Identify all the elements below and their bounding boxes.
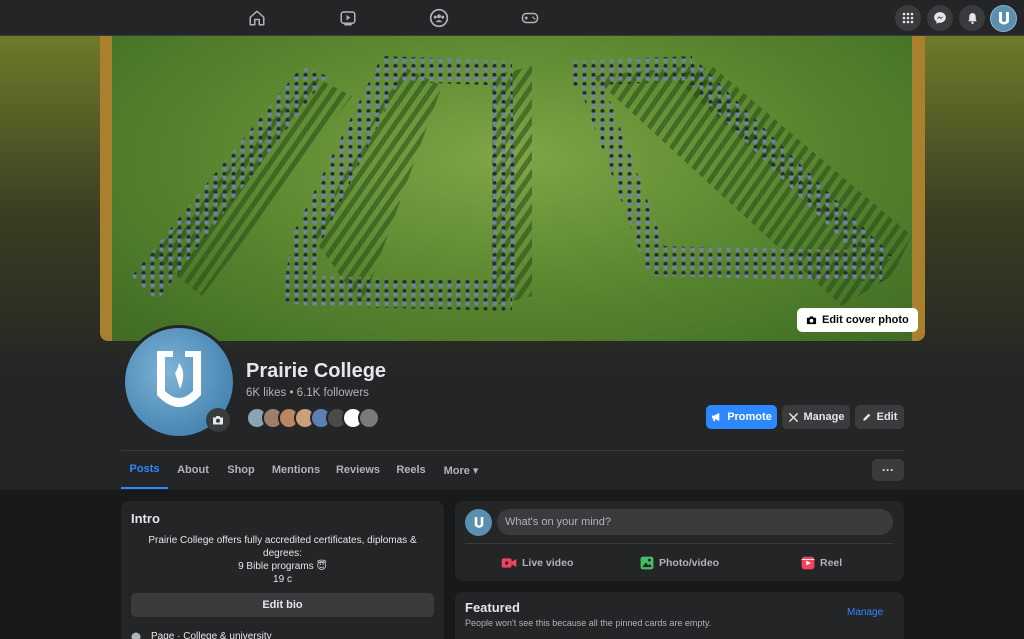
edit-bio-button[interactable]: Edit bio xyxy=(131,593,434,617)
live-video-label: Live video xyxy=(522,557,574,569)
page-stats[interactable]: 6K likes • 6.1K followers xyxy=(246,387,369,399)
intro-bio-line: 9 Bible programs 😇 xyxy=(238,561,327,572)
follower-avatar[interactable] xyxy=(358,407,380,429)
account-avatar[interactable] xyxy=(990,5,1017,32)
page-category: Page · College & university xyxy=(131,631,272,639)
intro-bio-line: 19 c xyxy=(273,574,292,585)
gaming-icon[interactable] xyxy=(517,6,543,30)
photo-video-icon xyxy=(640,556,654,570)
featured-subtitle: People won't see this because all the pi… xyxy=(465,618,712,628)
cover-photo[interactable] xyxy=(100,36,925,341)
tab-shop[interactable]: Shop xyxy=(221,451,261,489)
tab-reels[interactable]: Reels xyxy=(393,451,429,489)
info-icon xyxy=(131,632,141,639)
photo-video-label: Photo/video xyxy=(659,557,720,569)
page-category-label: Page · College & university xyxy=(151,631,272,639)
cover-image xyxy=(112,36,912,341)
groups-icon[interactable] xyxy=(426,6,452,30)
tab-reviews[interactable]: Reviews xyxy=(333,451,383,489)
tools-icon xyxy=(788,412,798,422)
home-icon[interactable] xyxy=(244,6,270,30)
reel-button[interactable]: Reel xyxy=(801,551,842,575)
megaphone-icon xyxy=(712,412,720,422)
intro-card: Intro Prairie College offers fully accre… xyxy=(121,501,444,639)
tab-posts[interactable]: Posts xyxy=(121,451,168,489)
edit-cover-photo-label: Edit cover photo xyxy=(822,314,909,326)
reel-icon xyxy=(801,556,815,570)
tab-mentions[interactable]: Mentions xyxy=(269,451,323,489)
update-profile-picture-button[interactable] xyxy=(206,408,230,432)
more-options-button[interactable]: ··· xyxy=(872,459,904,481)
live-video-icon xyxy=(501,558,517,568)
page-title: Prairie College xyxy=(246,360,387,382)
camera-icon xyxy=(806,316,817,325)
featured-card: Featured People won't see this because a… xyxy=(455,592,904,639)
messenger-icon[interactable] xyxy=(927,5,953,31)
manage-label: Manage xyxy=(803,411,845,423)
featured-manage-link[interactable]: Manage xyxy=(847,607,883,618)
edit-cover-photo-button[interactable]: Edit cover photo xyxy=(797,308,918,332)
photo-video-button[interactable]: Photo/video xyxy=(640,551,719,575)
people-formation-image xyxy=(132,56,912,311)
composer-avatar[interactable] xyxy=(465,509,492,536)
intro-title: Intro xyxy=(131,511,160,526)
pencil-icon xyxy=(862,413,870,421)
manage-button[interactable]: Manage xyxy=(782,405,850,429)
composer-divider xyxy=(465,543,893,544)
live-video-button[interactable]: Live video xyxy=(501,551,573,575)
reel-label: Reel xyxy=(820,557,843,569)
tab-more[interactable]: More ▾ xyxy=(439,451,483,489)
promote-button[interactable]: Promote xyxy=(706,405,777,429)
intro-bio-line: degrees: xyxy=(263,548,302,559)
promote-label: Promote xyxy=(727,411,772,423)
whats-on-your-mind-input[interactable]: What's on your mind? xyxy=(497,509,893,535)
edit-button[interactable]: Edit xyxy=(855,405,904,429)
watch-icon[interactable] xyxy=(335,6,361,30)
camera-icon xyxy=(213,416,223,425)
featured-title: Featured xyxy=(465,600,520,615)
intro-bio-line: Prairie College offers fully accredited … xyxy=(148,535,417,546)
menu-grid-icon[interactable] xyxy=(895,5,921,31)
top-navigation-bar xyxy=(0,0,1024,36)
notifications-icon[interactable] xyxy=(959,5,985,31)
post-composer: What's on your mind? Live video Photo/vi… xyxy=(455,501,904,581)
edit-label: Edit xyxy=(876,411,898,423)
tab-about[interactable]: About xyxy=(171,451,215,489)
